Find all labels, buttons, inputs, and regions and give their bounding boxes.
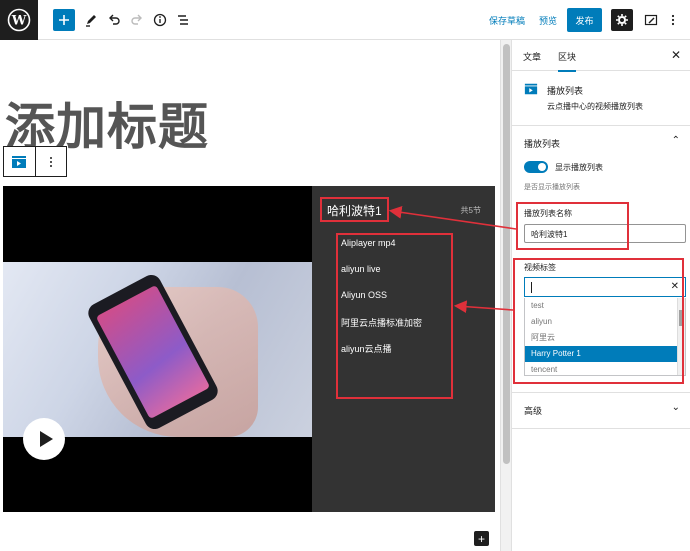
block-toolbar: [3, 146, 67, 177]
video-thumbnail: [3, 262, 312, 437]
redo-icon[interactable]: [126, 9, 148, 31]
playlist-block-icon: [12, 155, 27, 168]
inline-add-block-button[interactable]: +: [474, 531, 489, 546]
video-area[interactable]: [3, 186, 312, 512]
show-playlist-toggle[interactable]: [524, 161, 548, 173]
annotation-box-name: [516, 202, 629, 250]
add-block-button[interactable]: [53, 9, 75, 31]
scrollbar-thumb[interactable]: [503, 44, 510, 464]
block-options-button[interactable]: [34, 147, 66, 176]
save-draft-button[interactable]: 保存草稿: [489, 14, 525, 27]
undo-icon[interactable]: [103, 9, 125, 31]
chevron-down-icon[interactable]: ⌄: [672, 402, 680, 413]
editor-scrollbar[interactable]: [500, 40, 511, 551]
svg-text:W: W: [11, 14, 27, 29]
annotation-box-tags: [513, 258, 684, 384]
info-icon[interactable]: [149, 9, 171, 31]
more-options-icon[interactable]: [662, 9, 684, 31]
tab-block[interactable]: 区块: [558, 50, 577, 72]
tab-post[interactable]: 文章: [523, 50, 541, 63]
preview-button[interactable]: 预览: [539, 14, 557, 27]
close-icon[interactable]: ✕: [671, 48, 681, 62]
panel-advanced-title[interactable]: 高级: [524, 404, 542, 417]
annotation-box-items: [336, 233, 453, 399]
divider: [512, 125, 690, 126]
playlist-block-icon: [524, 83, 538, 95]
divider: [512, 392, 690, 393]
wordpress-logo-icon[interactable]: W: [0, 0, 38, 40]
block-description: 云点播中心的视频播放列表: [547, 102, 643, 111]
divider: [512, 428, 690, 429]
block-name: 播放列表: [547, 86, 584, 96]
list-view-icon[interactable]: [172, 9, 194, 31]
settings-gear-icon[interactable]: [611, 9, 633, 31]
block-type-button[interactable]: [4, 147, 35, 176]
tools-pencil-icon[interactable]: [80, 9, 102, 31]
editor-header: W 保存草稿 预览 发布: [0, 0, 690, 40]
play-icon: [39, 431, 53, 447]
annotation-box-title: [320, 197, 389, 222]
plugin-sidebar-icon[interactable]: [640, 9, 662, 31]
panel-playlist-title[interactable]: 播放列表: [524, 137, 560, 150]
toggle-label: 显示播放列表: [555, 163, 603, 172]
publish-button[interactable]: 发布: [567, 8, 602, 32]
play-button[interactable]: [23, 418, 65, 460]
playlist-count: 共5节: [460, 206, 481, 215]
toggle-help-text: 是否显示播放列表: [524, 184, 580, 191]
sidebar-tabs: 文章 区块 ✕: [512, 40, 690, 72]
chevron-up-icon[interactable]: ⌃: [672, 135, 680, 146]
